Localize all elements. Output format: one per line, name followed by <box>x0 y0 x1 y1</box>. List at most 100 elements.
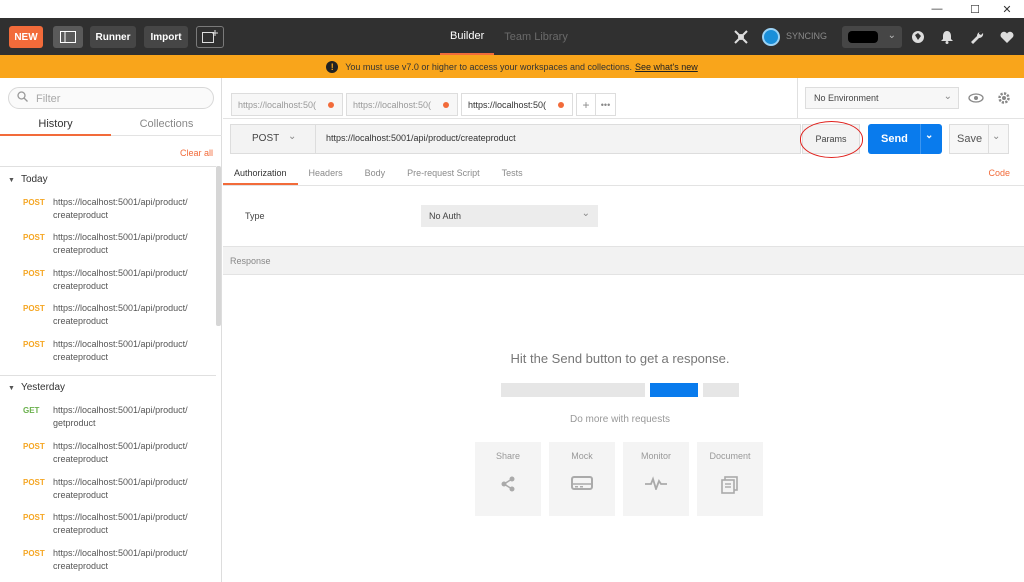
new-button[interactable]: NEW <box>9 26 43 48</box>
more-tabs-button[interactable]: ••• <box>596 93 616 116</box>
mock-card[interactable]: Mock <box>549 442 615 516</box>
history-item[interactable]: POST https://localhost:5001/api/product/… <box>0 511 216 545</box>
unsaved-dot-icon <box>443 102 449 108</box>
response-hint: Hit the Send button to get a response. <box>510 351 730 366</box>
history-item[interactable]: POST https://localhost:5001/api/product/… <box>0 440 216 474</box>
clear-all-link[interactable]: Clear all <box>180 148 213 158</box>
method-badge: POST <box>23 198 45 207</box>
history-item[interactable]: POST https://localhost:5001/api/product/… <box>0 302 216 336</box>
history-group-yesterday[interactable]: ▼ Yesterday <box>8 382 65 393</box>
banner-link[interactable]: See what's new <box>635 62 698 72</box>
heart-icon[interactable] <box>996 26 1018 48</box>
toggle-sidebar-button[interactable] <box>53 26 83 48</box>
card-title: Document <box>709 451 751 461</box>
method-badge: POST <box>23 304 45 313</box>
bell-icon[interactable] <box>936 26 958 48</box>
share-icon <box>475 476 541 496</box>
user-menu[interactable]: ⌄ <box>842 26 902 48</box>
history-url: https://localhost:5001/api/product/ <box>53 197 188 207</box>
history-item[interactable]: GET https://localhost:5001/api/product/ … <box>0 404 216 438</box>
chevron-down-icon: ⌄ <box>288 131 297 142</box>
method-badge: POST <box>23 442 45 451</box>
save-button[interactable]: Save ⌄ <box>949 124 1009 154</box>
environment-select[interactable]: No Environment ⌄ <box>805 87 959 109</box>
window-titlebar: — ☐ ✕ <box>0 0 1024 18</box>
sync-icon[interactable] <box>762 28 780 46</box>
history-url: https://localhost:5001/api/product/ <box>53 548 188 558</box>
warning-icon: ! <box>326 60 339 73</box>
environment-value: No Environment <box>814 93 879 103</box>
history-item[interactable]: POST https://localhost:5001/api/product/… <box>0 547 216 581</box>
wrench-icon[interactable] <box>966 26 988 48</box>
new-window-button[interactable] <box>196 26 224 48</box>
history-item[interactable]: POST https://localhost:5001/api/product/… <box>0 231 216 265</box>
history-url: https://localhost:5001/api/product/ <box>53 477 188 487</box>
manage-environments-button[interactable] <box>993 87 1015 109</box>
sidebar: Filter History Collections Clear all ▼ To… <box>0 78 222 582</box>
filter-input[interactable]: Filter <box>8 87 214 109</box>
sidebar-tabs: History Collections <box>0 114 222 136</box>
document-card[interactable]: Document <box>697 442 763 516</box>
history-url-cont: createproduct <box>53 525 109 535</box>
do-more-heading: Do more with requests <box>569 414 671 425</box>
environment-quick-look-button[interactable] <box>965 87 987 109</box>
method-select[interactable]: POST ⌄ <box>231 125 316 153</box>
placeholder-bar <box>703 383 739 397</box>
monitor-card[interactable]: Monitor <box>623 442 689 516</box>
auth-type-label: Type <box>245 211 265 221</box>
code-link[interactable]: Code <box>988 168 1010 178</box>
history-group-today[interactable]: ▼ Today <box>8 174 48 185</box>
runner-button[interactable]: Runner <box>90 26 136 48</box>
tab-team-library[interactable]: Team Library <box>494 18 578 55</box>
url-input[interactable]: https://localhost:5001/api/product/creat… <box>326 133 516 143</box>
new-window-icon <box>202 30 218 43</box>
sidebar-layout-icon <box>60 31 76 43</box>
method-badge: POST <box>23 478 45 487</box>
globe-icon[interactable] <box>907 26 929 48</box>
tab-tests[interactable]: Tests <box>491 163 534 185</box>
history-item[interactable]: POST https://localhost:5001/api/product/… <box>0 338 216 372</box>
chevron-down-icon[interactable]: ⌄ <box>925 130 933 141</box>
request-tab-active[interactable]: https://localhost:50( <box>461 93 573 116</box>
history-url: https://localhost:5001/api/product/ <box>53 268 188 278</box>
chevron-down-icon[interactable]: ⌄ <box>992 131 1000 142</box>
tab-collections[interactable]: Collections <box>111 114 222 136</box>
history-url-cont: createproduct <box>53 316 109 326</box>
mock-server-icon <box>549 476 615 494</box>
highlight-annotation <box>800 121 863 158</box>
import-button[interactable]: Import <box>144 26 188 48</box>
header-tabs: Builder Team Library <box>440 18 578 55</box>
history-item[interactable]: POST https://localhost:5001/api/product/… <box>0 476 216 510</box>
tab-builder[interactable]: Builder <box>440 18 495 55</box>
button-divider <box>920 124 921 154</box>
auth-type-select[interactable]: No Auth ⌄ <box>421 205 598 227</box>
history-item[interactable]: POST https://localhost:5001/api/product/… <box>0 196 216 230</box>
sidebar-scrollbar[interactable] <box>216 166 221 326</box>
tab-authorization[interactable]: Authorization <box>223 163 298 185</box>
sync-status: SYNCING <box>786 31 828 41</box>
divider <box>223 185 1024 186</box>
group-title: Today <box>20 174 48 185</box>
send-button[interactable]: Send ⌄ <box>868 124 942 154</box>
history-url: https://localhost:5001/api/product/ <box>53 441 188 451</box>
share-card[interactable]: Share <box>475 442 541 516</box>
tab-body[interactable]: Body <box>354 163 397 185</box>
request-tabs: https://localhost:50( https://localhost:… <box>231 93 616 116</box>
card-title: Monitor <box>640 451 671 461</box>
request-tab[interactable]: https://localhost:50( <box>346 93 458 116</box>
request-tab[interactable]: https://localhost:50( <box>231 93 343 116</box>
add-tab-button[interactable]: + <box>576 93 596 116</box>
satellite-icon[interactable] <box>730 26 752 48</box>
close-window-button[interactable]: ✕ <box>984 0 1024 18</box>
tab-headers[interactable]: Headers <box>298 163 354 185</box>
tab-pre-request-script[interactable]: Pre-request Script <box>396 163 491 185</box>
filter-placeholder: Filter <box>36 93 61 105</box>
placeholder-bar-accent <box>650 383 698 397</box>
history-item[interactable]: POST https://localhost:5001/api/product/… <box>0 267 216 301</box>
tab-history[interactable]: History <box>0 114 111 136</box>
request-tab-label: https://localhost:50( <box>353 100 432 110</box>
chevron-down-icon: ⌄ <box>887 30 896 41</box>
card-title: Share <box>495 451 521 461</box>
history-url: https://localhost:5001/api/product/ <box>53 512 188 522</box>
method-badge: POST <box>23 269 45 278</box>
